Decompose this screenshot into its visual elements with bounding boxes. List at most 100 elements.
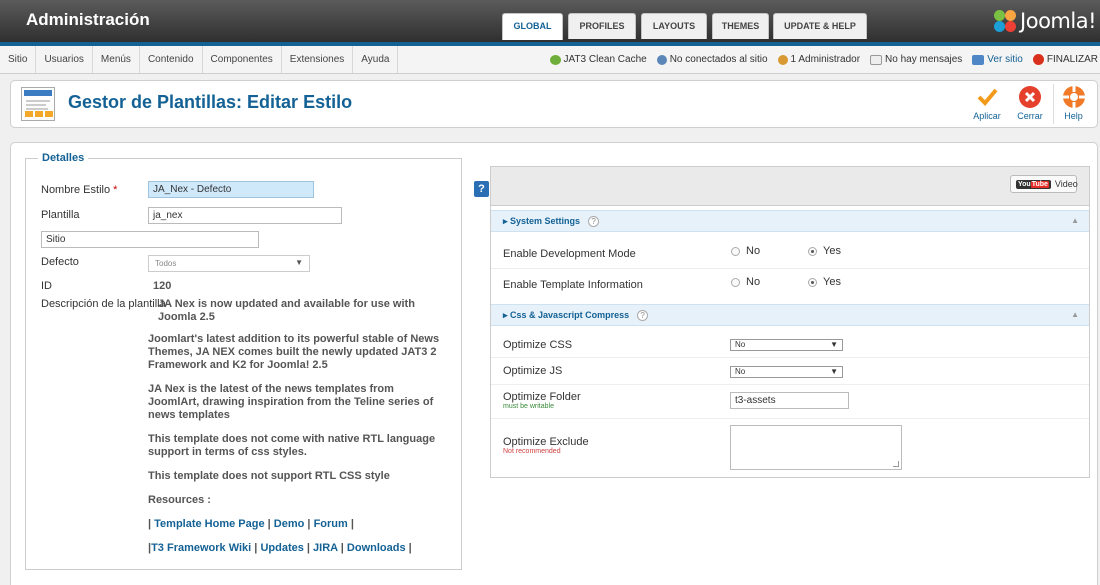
description-paragraph: Resources : [148, 494, 211, 506]
radio-checked-icon [808, 277, 817, 287]
required-marker: * [113, 184, 118, 196]
menubar: Sitio Usuarios Menús Contenido Component… [0, 42, 1100, 74]
tab-layouts[interactable]: LAYOUTS [641, 13, 707, 39]
toolbar-box: Gestor de Plantillas: Editar Estilo Apli… [10, 80, 1098, 128]
optimize-css-label: Optimize CSS [503, 339, 573, 351]
optimize-folder-input[interactable]: t3-assets [730, 392, 849, 409]
description-paragraph: JA Nex is the latest of the news templat… [148, 383, 434, 421]
clean-cache-link[interactable]: JAT3 Clean Cache [549, 54, 647, 65]
menu-item-contenido[interactable]: Contenido [140, 46, 203, 73]
help-question-icon[interactable]: ? [474, 181, 489, 197]
collapse-icon: ▲ [1071, 216, 1079, 225]
section-help-icon[interactable]: ? [588, 216, 600, 227]
id-value: 120 [153, 280, 172, 292]
template-description: Joomlart's latest addition to its powerf… [148, 333, 448, 566]
template-home-link[interactable]: Template Home Page [154, 518, 264, 530]
close-button[interactable]: Cerrar [1010, 84, 1050, 124]
optimize-folder-label: Optimize Folder must be writable [503, 391, 581, 410]
optimize-folder-label-text: Optimize Folder [503, 391, 581, 403]
optimize-js-label: Optimize JS [503, 365, 563, 377]
checkmark-icon [976, 86, 998, 108]
youtube-icon: YouTube [1016, 179, 1051, 189]
section-title: ▸ Css & Javascript Compress? [503, 310, 649, 321]
dev-mode-label: Enable Development Mode [503, 248, 636, 260]
radio-label: No [746, 245, 761, 257]
tab-themes[interactable]: THEMES [712, 13, 769, 39]
template-input[interactable]: ja_nex [148, 207, 342, 224]
toolbar-buttons: Aplicar Cerrar Help [964, 84, 1093, 124]
chevron-down-icon: ▼ [830, 367, 838, 376]
default-select-value: Todos [155, 259, 177, 268]
radio-label: Yes [823, 245, 841, 257]
optimize-exclude-label-text: Optimize Exclude [503, 436, 589, 448]
section-title-text: System Settings [510, 216, 581, 226]
page-title: Gestor de Plantillas: Editar Estilo [68, 92, 353, 112]
video-button[interactable]: YouTube Video [1010, 175, 1078, 193]
tab-global[interactable]: GLOBAL [502, 13, 563, 40]
row-divider [491, 418, 1089, 419]
radio-label: Yes [823, 276, 841, 288]
power-icon [1032, 54, 1044, 65]
youtube-logo-tube: Tube [1030, 180, 1049, 188]
tab-update-help[interactable]: UPDATE & HELP [773, 13, 867, 39]
collapse-icon: ▲ [1071, 310, 1079, 319]
radio-icon [731, 277, 740, 287]
radio-label: No [746, 276, 761, 288]
dev-mode-yes-radio[interactable]: Yes [808, 245, 841, 257]
chevron-down-icon: ▼ [295, 258, 303, 267]
messages-link[interactable]: No hay mensajes [870, 54, 962, 65]
help-button[interactable]: Help [1053, 84, 1093, 124]
logout-label: FINALIZAR [1046, 54, 1098, 65]
dev-mode-no-radio[interactable]: No [731, 245, 760, 257]
style-name-input[interactable]: JA_Nex - Defecto [148, 181, 314, 198]
section-title-text: Css & Javascript Compress [510, 310, 630, 320]
view-site-link[interactable]: Ver sitio [972, 54, 1023, 65]
menu-item-sitio[interactable]: Sitio [0, 46, 37, 73]
mail-icon [870, 54, 883, 65]
row-divider [491, 268, 1089, 269]
optimize-exclude-textarea[interactable] [730, 425, 902, 470]
tab-profiles[interactable]: PROFILES [568, 13, 636, 39]
demo-link[interactable]: Demo [274, 518, 305, 530]
logout-link[interactable]: FINALIZAR [1032, 54, 1098, 65]
menu-item-extensiones[interactable]: Extensiones [282, 46, 354, 73]
menu-item-menus[interactable]: Menús [93, 46, 140, 73]
updates-link[interactable]: Updates [260, 542, 303, 554]
downloads-link[interactable]: Downloads [347, 542, 406, 554]
messages-label: No hay mensajes [885, 54, 963, 65]
menu-item-ayuda[interactable]: Ayuda [353, 46, 399, 73]
section-css-js-compress[interactable]: ▸ Css & Javascript Compress? ▲ [491, 304, 1089, 326]
client-input[interactable]: Sitio [41, 231, 259, 248]
template-label: Plantilla [41, 209, 80, 221]
template-info-label: Enable Template Information [503, 279, 643, 291]
users-icon [656, 54, 667, 65]
default-select[interactable]: Todos ▼ [148, 255, 310, 272]
help-label: Help [1064, 111, 1083, 121]
section-help-icon[interactable]: ? [637, 310, 649, 321]
optimize-folder-note: must be writable [503, 403, 554, 410]
recycle-icon [549, 54, 561, 65]
menu-item-usuarios[interactable]: Usuarios [36, 46, 93, 73]
main-menu: Sitio Usuarios Menús Contenido Component… [0, 46, 399, 73]
apply-button[interactable]: Aplicar [967, 84, 1007, 124]
menu-item-componentes[interactable]: Componentes [203, 46, 282, 73]
settings-tabbar [491, 167, 1089, 206]
status-bar: JAT3 Clean Cache No conectados al sitio … [540, 46, 1100, 73]
style-name-label: Nombre Estilo * [41, 184, 117, 196]
close-label: Cerrar [1017, 111, 1043, 121]
template-info-yes-radio[interactable]: Yes [808, 276, 841, 288]
optimize-js-select[interactable]: No ▼ [730, 366, 843, 378]
optimize-js-value: No [735, 367, 746, 376]
optimize-css-select[interactable]: No ▼ [730, 339, 843, 351]
lifebuoy-icon [1062, 86, 1085, 108]
connected-status: No conectados al sitio [656, 54, 768, 65]
t3-wiki-link[interactable]: T3 Framework Wiki [151, 542, 251, 554]
optimize-exclude-note: Not recommended [503, 448, 561, 455]
resource-links-row-2: |T3 Framework Wiki | Updates | JIRA | Do… [148, 542, 412, 554]
template-info-no-radio[interactable]: No [731, 276, 760, 288]
forum-link[interactable]: Forum [314, 518, 348, 530]
video-label: Video [1054, 179, 1078, 189]
joomla-logo[interactable]: Joomla! [992, 8, 1096, 34]
section-system-settings[interactable]: ▸ System Settings? ▲ [491, 210, 1089, 232]
jira-link[interactable]: JIRA [313, 542, 338, 554]
